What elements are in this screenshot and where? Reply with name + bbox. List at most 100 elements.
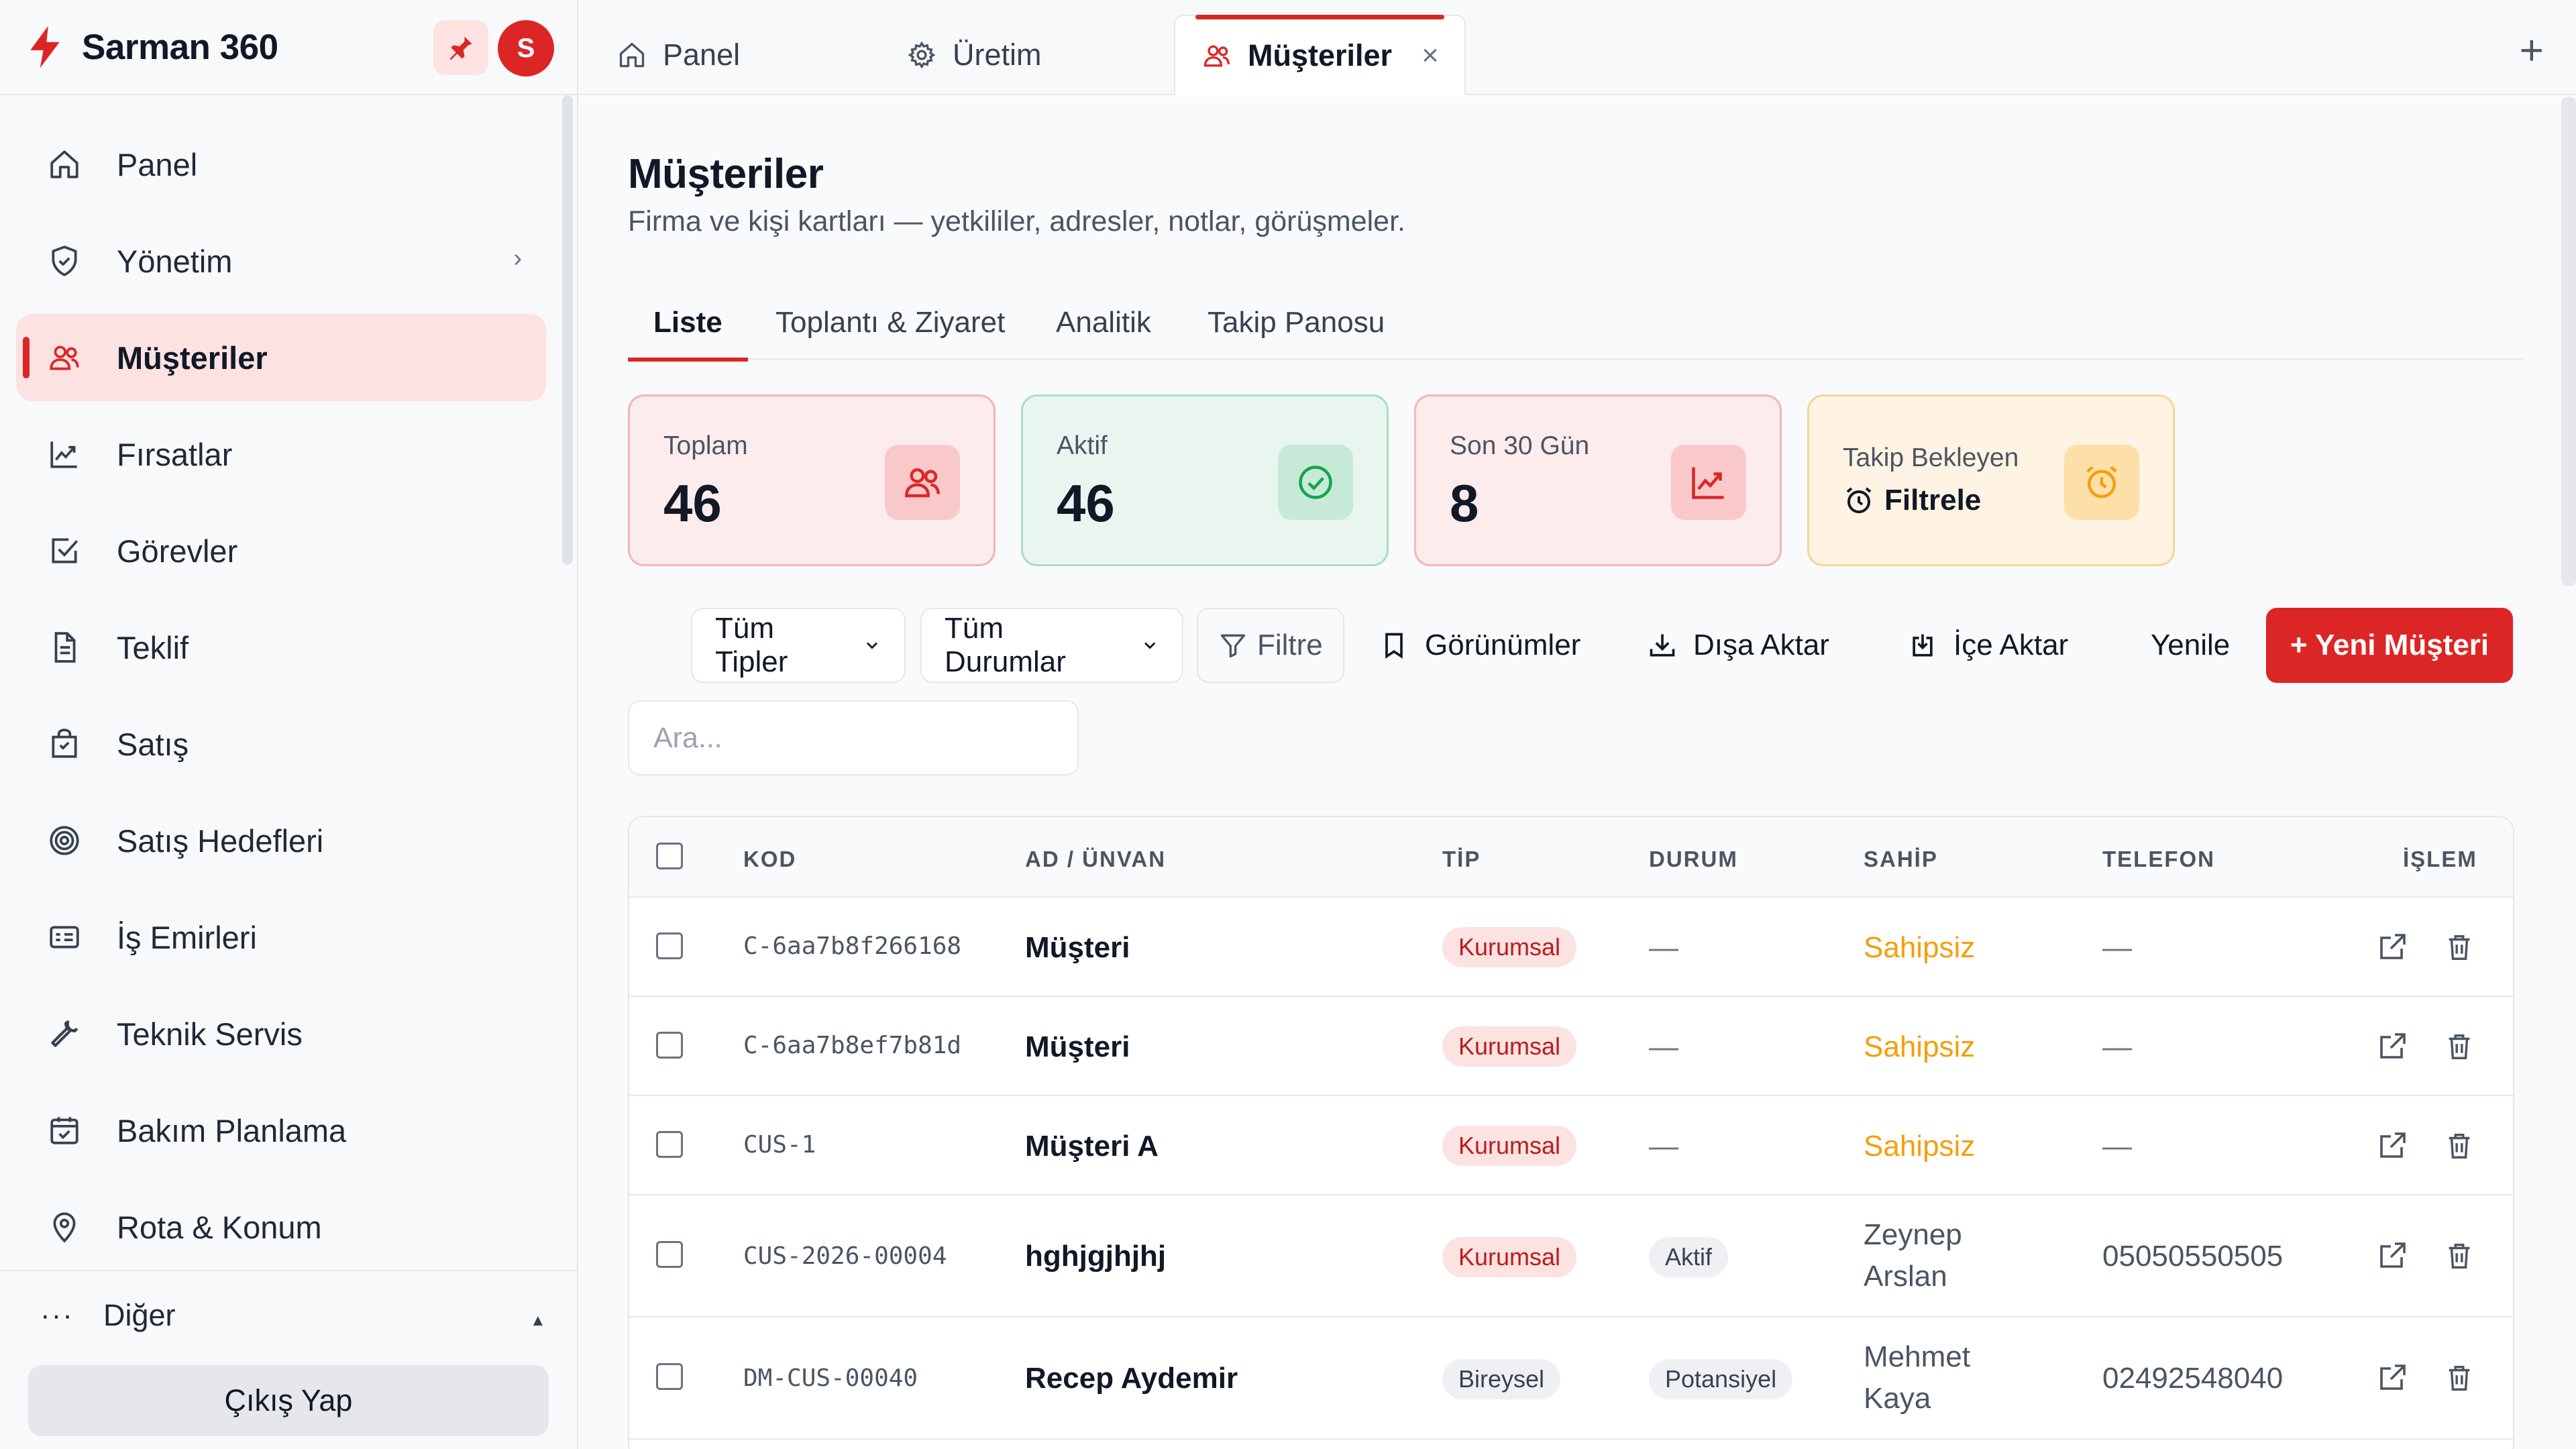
- sidebar-item-label: Satış: [117, 726, 189, 762]
- open-external-icon[interactable]: [2375, 1128, 2410, 1163]
- trash-icon[interactable]: [2442, 1238, 2477, 1273]
- open-external-icon[interactable]: [2375, 1238, 2410, 1273]
- sidebar-item-yonetim[interactable]: Yönetim ›: [16, 217, 546, 305]
- caret-up-icon[interactable]: ▲: [530, 1311, 546, 1330]
- column-header-sahip[interactable]: SAHİP: [1864, 847, 1938, 872]
- main-content: Müşteriler Firma ve kişi kartları — yetk…: [578, 97, 2576, 1449]
- sidebar-item-satis[interactable]: Satış: [16, 700, 546, 788]
- users-icon: [885, 445, 960, 520]
- tab-uretim[interactable]: Üretim: [906, 15, 1042, 95]
- wrench-icon: [46, 1015, 83, 1053]
- import-button[interactable]: İçe Aktar: [1907, 608, 2068, 683]
- sidebar-scrollbar[interactable]: [562, 95, 573, 565]
- column-header-ad-unvan[interactable]: AD / ÜNVAN: [1025, 847, 1166, 872]
- column-header-telefon[interactable]: TELEFON: [2102, 847, 2215, 872]
- kpi-card-takip-bekleyen[interactable]: Takip Bekleyen Filtrele: [1807, 394, 2175, 566]
- sidebar-item-panel[interactable]: Panel: [16, 121, 546, 208]
- tab-musteriler[interactable]: Müşteriler ×: [1174, 15, 1466, 95]
- page-title: Müşteriler: [628, 151, 824, 197]
- tab-panel[interactable]: Panel: [616, 15, 740, 95]
- sidebar-item-is-emirleri[interactable]: İş Emirleri: [16, 894, 546, 981]
- customer-name[interactable]: Müşteri: [1025, 931, 1130, 965]
- table-row[interactable]: DM-CUS-00040 Recep Aydemir Bireysel Pota…: [629, 1318, 2513, 1440]
- subtab-analitik[interactable]: Analitik: [1056, 299, 1151, 360]
- column-header-islem: İŞLEM: [2403, 847, 2477, 871]
- more-dots-icon: ···: [40, 1299, 74, 1332]
- user-avatar[interactable]: S: [498, 20, 554, 76]
- new-tab-button[interactable]: +: [2520, 27, 2544, 74]
- home-icon: [616, 39, 648, 71]
- status-select[interactable]: Tüm Durumlar: [920, 608, 1183, 683]
- sidebar-header: Sarman 360 S: [0, 0, 577, 95]
- customer-name[interactable]: Recep Aydemir: [1025, 1362, 1238, 1395]
- customer-name[interactable]: Müşteri: [1025, 1030, 1130, 1064]
- logout-button[interactable]: Çıkış Yap: [28, 1365, 549, 1436]
- sidebar-item-gorevler[interactable]: Görevler: [16, 507, 546, 594]
- kpi-value: 46: [663, 474, 722, 533]
- trash-icon[interactable]: [2442, 930, 2477, 965]
- sidebar-item-satis-hedefleri[interactable]: Satış Hedefleri: [16, 797, 546, 884]
- trash-icon[interactable]: [2442, 1029, 2477, 1064]
- table-row[interactable]: C-6aa7b8f266168 Müşteri Kurumsal — Sahip…: [629, 898, 2513, 997]
- subtab-liste[interactable]: Liste: [628, 299, 748, 362]
- owner-unassigned: Sahipsiz: [1864, 931, 1976, 964]
- column-header-durum[interactable]: DURUM: [1649, 847, 1738, 872]
- chart-line-icon: [46, 435, 83, 473]
- brand-name: Sarman 360: [82, 27, 278, 67]
- trash-icon[interactable]: [2442, 1360, 2477, 1395]
- sidebar-item-rota-konum[interactable]: Rota & Konum: [16, 1183, 546, 1271]
- new-customer-button[interactable]: + Yeni Müşteri: [2266, 608, 2513, 683]
- bookmark-icon: [1378, 629, 1410, 661]
- owner-last-name: Kaya: [1864, 1382, 1931, 1415]
- home-icon: [46, 146, 83, 183]
- sidebar-item-bakim-planlama[interactable]: Bakım Planlama: [16, 1087, 546, 1174]
- open-external-icon[interactable]: [2375, 1360, 2410, 1395]
- pin-button[interactable]: [433, 20, 488, 75]
- table-row[interactable]: CUS-2026-00004 hghjgjhjhj Kurumsal Aktif…: [629, 1195, 2513, 1318]
- filter-button[interactable]: Filtre: [1197, 608, 1344, 683]
- trash-icon[interactable]: [2442, 1128, 2477, 1163]
- more-menu-toggle[interactable]: ··· Diğer: [40, 1298, 176, 1333]
- table-row[interactable]: CUS-1 Müşteri A Kurumsal — Sahipsiz —: [629, 1096, 2513, 1195]
- customer-code: C-6aa7b8ef7b81d: [743, 1032, 962, 1059]
- kpi-value: 8: [1450, 474, 1479, 533]
- refresh-button[interactable]: Yenile: [2151, 608, 2230, 683]
- phone-empty: —: [2102, 1030, 2132, 1063]
- status-empty: —: [1649, 931, 1678, 964]
- main-scrollbar[interactable]: [2561, 97, 2576, 586]
- subtab-toplanti-ziyaret[interactable]: Toplantı & Ziyaret: [775, 299, 1005, 360]
- kpi-filter-action[interactable]: Filtrele: [1843, 484, 1981, 517]
- export-button[interactable]: Dışa Aktar: [1646, 608, 1829, 683]
- customer-name[interactable]: Müşteri A: [1025, 1130, 1159, 1163]
- kpi-card-aktif: Aktif 46: [1021, 394, 1389, 566]
- row-checkbox[interactable]: [656, 1241, 683, 1268]
- funnel-icon: [1220, 634, 1246, 658]
- export-label: Dışa Aktar: [1693, 629, 1829, 661]
- sidebar-item-firsatlar[interactable]: Fırsatlar: [16, 411, 546, 498]
- select-all-checkbox[interactable]: [656, 843, 683, 869]
- shield-icon: [46, 242, 83, 280]
- alarm-clock-icon: [2064, 445, 2139, 520]
- row-checkbox[interactable]: [656, 1131, 683, 1158]
- sidebar-item-label: Rota & Konum: [117, 1209, 322, 1245]
- views-button[interactable]: Görünümler: [1378, 608, 1580, 683]
- row-checkbox[interactable]: [656, 1032, 683, 1059]
- column-header-tip[interactable]: TİP: [1442, 847, 1481, 872]
- customer-name[interactable]: hghjgjhjhj: [1025, 1240, 1166, 1273]
- column-header-kod[interactable]: KOD: [743, 847, 796, 872]
- open-external-icon[interactable]: [2375, 1029, 2410, 1064]
- import-icon: [1907, 629, 1939, 661]
- search-input[interactable]: [628, 700, 1079, 775]
- sidebar-item-musteriler[interactable]: Müşteriler: [16, 314, 546, 401]
- table-row[interactable]: C-6aa7b8ef7b81d Müşteri Kurumsal — Sahip…: [629, 997, 2513, 1096]
- subtab-takip-panosu[interactable]: Takip Panosu: [1208, 299, 1385, 360]
- row-checkbox[interactable]: [656, 932, 683, 959]
- sidebar-footer: ··· Diğer ▲ Çıkış Yap: [0, 1270, 577, 1449]
- sidebar-item-teklif[interactable]: Teklif: [16, 604, 546, 691]
- close-icon[interactable]: ×: [1421, 39, 1439, 72]
- kpi-value: 46: [1057, 474, 1115, 533]
- type-select[interactable]: Tüm Tipler: [691, 608, 906, 683]
- open-external-icon[interactable]: [2375, 930, 2410, 965]
- sidebar-item-teknik-servis[interactable]: Teknik Servis: [16, 990, 546, 1077]
- row-checkbox[interactable]: [656, 1363, 683, 1390]
